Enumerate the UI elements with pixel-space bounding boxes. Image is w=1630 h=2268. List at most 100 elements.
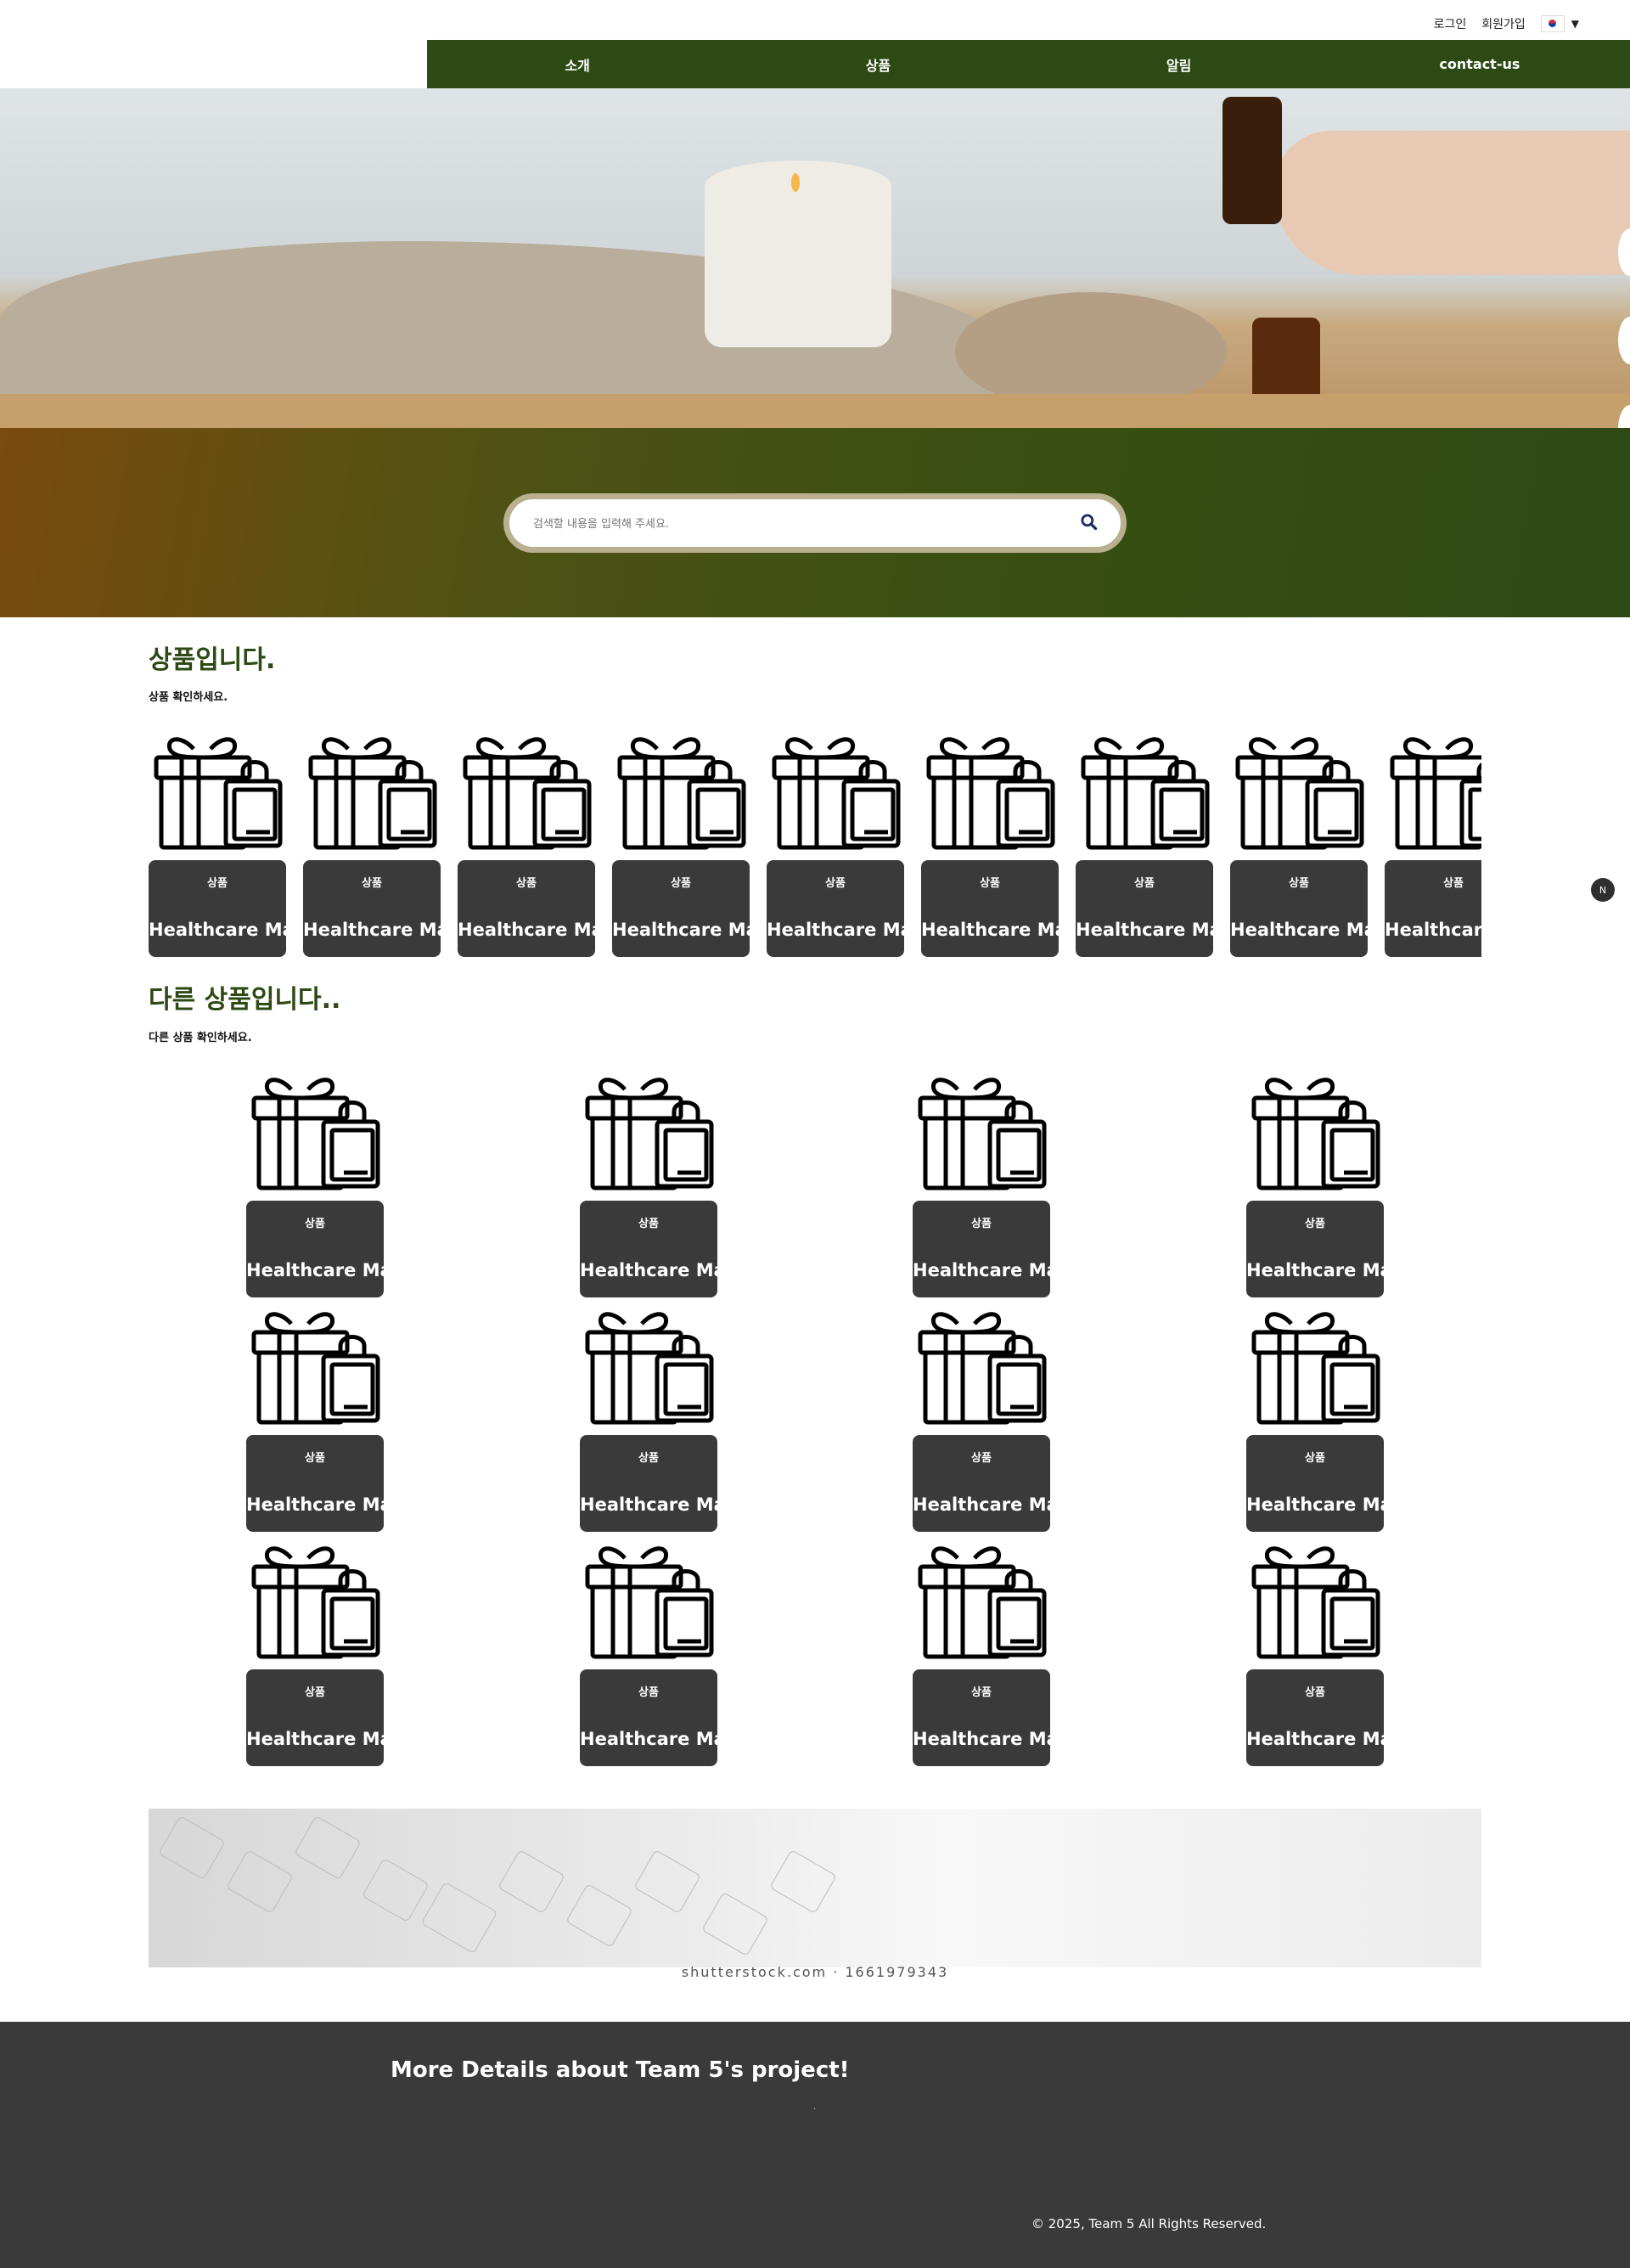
login-link[interactable]: 로그인 [1434, 15, 1467, 32]
product-card[interactable]: 상품 Healthcare Mask [580, 1305, 749, 1534]
gift-bag-icon [249, 1071, 381, 1191]
product-card[interactable]: 상품 Healthcare Mask [1076, 730, 1245, 960]
hero-bottle [1222, 97, 1282, 224]
gift-bag-icon [1233, 730, 1365, 851]
chevron-down-icon[interactable]: ▼ [1571, 18, 1579, 30]
product-name: Healthcare Mask [767, 920, 936, 940]
product-category: 상품 [305, 1218, 325, 1230]
product-category: 상품 [362, 877, 382, 890]
product-card[interactable]: 상품 Healthcare Mask [767, 730, 936, 960]
banner-hex [565, 1882, 633, 1949]
product-name: Healthcare Mask [1385, 920, 1481, 940]
product-card[interactable]: 상품 Healthcare Mask [580, 1071, 749, 1300]
product-card[interactable]: 상품 Healthcare Mask [913, 1539, 1081, 1769]
product-carousel[interactable]: 상품 Healthcare Mask 상품 Healthcare Mask 상품 Heal… [149, 730, 1481, 960]
banner-hex [769, 1849, 837, 1915]
product-card[interactable]: 상품 Healthcare Mask [246, 1305, 414, 1534]
gift-bag-icon [1078, 730, 1211, 851]
top-bar: 로그인 회원가입 ▼ [0, 0, 1630, 40]
product-label-box[interactable]: 상품 Healthcare Mask [246, 1435, 414, 1532]
nav-item-products[interactable]: 상품 [728, 40, 1028, 88]
nav-item-about[interactable]: 소개 [427, 40, 728, 88]
product-card[interactable]: 상품 Healthcare Mask [1246, 1071, 1415, 1300]
gift-bag-icon [1249, 1071, 1381, 1191]
product-category: 상품 [305, 1452, 325, 1465]
product-card[interactable]: 상품 Healthcare Mask [246, 1071, 415, 1300]
product-name: Healthcare Mask [246, 1260, 415, 1280]
product-category: 상품 [516, 877, 537, 890]
product-name: Healthcare Mask [580, 1494, 749, 1515]
carousel-dot-2[interactable] [1618, 317, 1630, 364]
product-card[interactable]: 상품 Healthcare Mask [246, 1539, 415, 1769]
product-card[interactable]: 상품 Healthcare Mask [1246, 1305, 1415, 1534]
product-category: 상품 [638, 1686, 659, 1699]
search-icon[interactable] [1078, 511, 1100, 533]
product-label-box[interactable]: 상품 Healthcare Mask [913, 1201, 1081, 1297]
product-name: Healthcare Mask [580, 1260, 749, 1280]
nav-item-contact[interactable]: contact-us [1329, 40, 1630, 88]
product-card[interactable]: 상품 Healthcare Mask [1246, 1539, 1414, 1769]
product-label-box[interactable]: 상품 Healthcare Mask [1076, 860, 1245, 957]
gift-bag-icon [924, 730, 1056, 851]
gift-bag-icon [151, 730, 284, 851]
product-label-box[interactable]: 상품 Healthcare Mask [580, 1435, 749, 1532]
product-label-box[interactable]: 상품 Healthcare Mask [580, 1669, 748, 1766]
product-name: Healthcare Mask [921, 920, 1090, 940]
product-label-box[interactable]: 상품 Healthcare Mask [303, 860, 471, 957]
section2-title: 다른 상품입니다.. [149, 985, 341, 1015]
product-name: Healthcare Mask [1076, 920, 1245, 940]
product-category: 상품 [971, 1218, 992, 1230]
product-label-box[interactable]: 상품 Healthcare Mask [580, 1201, 749, 1297]
product-card[interactable]: 상품 Healthcare Mask [458, 730, 626, 960]
product-card[interactable]: 상품 Healthcare Mask [1385, 730, 1481, 960]
gift-bag-icon [582, 1071, 715, 1191]
product-name: Healthcare Mask [1246, 1260, 1415, 1280]
product-label-box[interactable]: 상품 Healthcare Mask [1246, 1669, 1414, 1766]
gift-bag-icon [460, 730, 593, 851]
product-label-box[interactable]: 상품 Healthcare Mask [767, 860, 936, 957]
search-input[interactable] [531, 511, 1061, 537]
banner-hex [497, 1849, 565, 1915]
product-label-box[interactable]: 상품 Healthcare Mask [921, 860, 1090, 957]
banner-hex [226, 1849, 294, 1915]
section1-title: 상품입니다. [149, 645, 276, 675]
product-label-box[interactable]: 상품 Healthcare Mask [1385, 860, 1481, 957]
product-label-box[interactable]: 상품 Healthcare Mask [149, 860, 317, 957]
floating-action-button[interactable]: N [1591, 878, 1615, 902]
product-category: 상품 [1305, 1686, 1325, 1699]
signup-link[interactable]: 회원가입 [1481, 15, 1526, 32]
gift-bag-icon [582, 1539, 715, 1660]
product-category: 상품 [207, 877, 228, 890]
nav-item-notices[interactable]: 알림 [1029, 40, 1329, 88]
banner-hex [158, 1815, 226, 1881]
product-label-box[interactable]: 상품 Healthcare Mask [246, 1201, 415, 1297]
product-label-box[interactable]: 상품 Healthcare Mask [1246, 1435, 1415, 1532]
product-category: 상품 [1443, 877, 1464, 890]
product-label-box[interactable]: 상품 Healthcare Mask [1230, 860, 1398, 957]
product-category: 상품 [305, 1686, 325, 1699]
product-label-box[interactable]: 상품 Healthcare Mask [612, 860, 780, 957]
product-category: 상품 [638, 1452, 659, 1465]
product-label-box[interactable]: 상품 Healthcare Mask [1246, 1201, 1415, 1297]
product-card[interactable]: 상품 Healthcare Mask [612, 730, 780, 960]
korea-flag-icon[interactable] [1540, 15, 1565, 32]
product-label-box[interactable]: 상품 Healthcare Mask [246, 1669, 415, 1766]
product-name: Healthcare Mask [246, 1729, 415, 1749]
product-label-box[interactable]: 상품 Healthcare Mask [458, 860, 626, 957]
search-bar [503, 493, 1127, 553]
gift-bag-icon [915, 1539, 1048, 1660]
gift-bag-icon [249, 1305, 381, 1426]
main-nav: 소개 상품 알림 contact-us [427, 40, 1630, 88]
product-card[interactable]: 상품 Healthcare Mask [913, 1071, 1081, 1300]
product-card[interactable]: 상품 Healthcare Mask [921, 730, 1090, 960]
product-label-box[interactable]: 상품 Healthcare Mask [913, 1669, 1081, 1766]
product-card[interactable]: 상품 Healthcare Mask [303, 730, 471, 960]
product-card[interactable]: 상품 Healthcare Mask [913, 1305, 1081, 1534]
product-card[interactable]: 상품 Healthcare Mask [149, 730, 317, 960]
product-name: Healthcare Mask [1246, 1494, 1415, 1515]
product-card[interactable]: 상품 Healthcare Mask [580, 1539, 748, 1769]
product-label-box[interactable]: 상품 Healthcare Mask [913, 1435, 1081, 1532]
banner-hex [633, 1849, 701, 1915]
product-card[interactable]: 상품 Healthcare Mask [1230, 730, 1398, 960]
banner-image [149, 1809, 1481, 1967]
